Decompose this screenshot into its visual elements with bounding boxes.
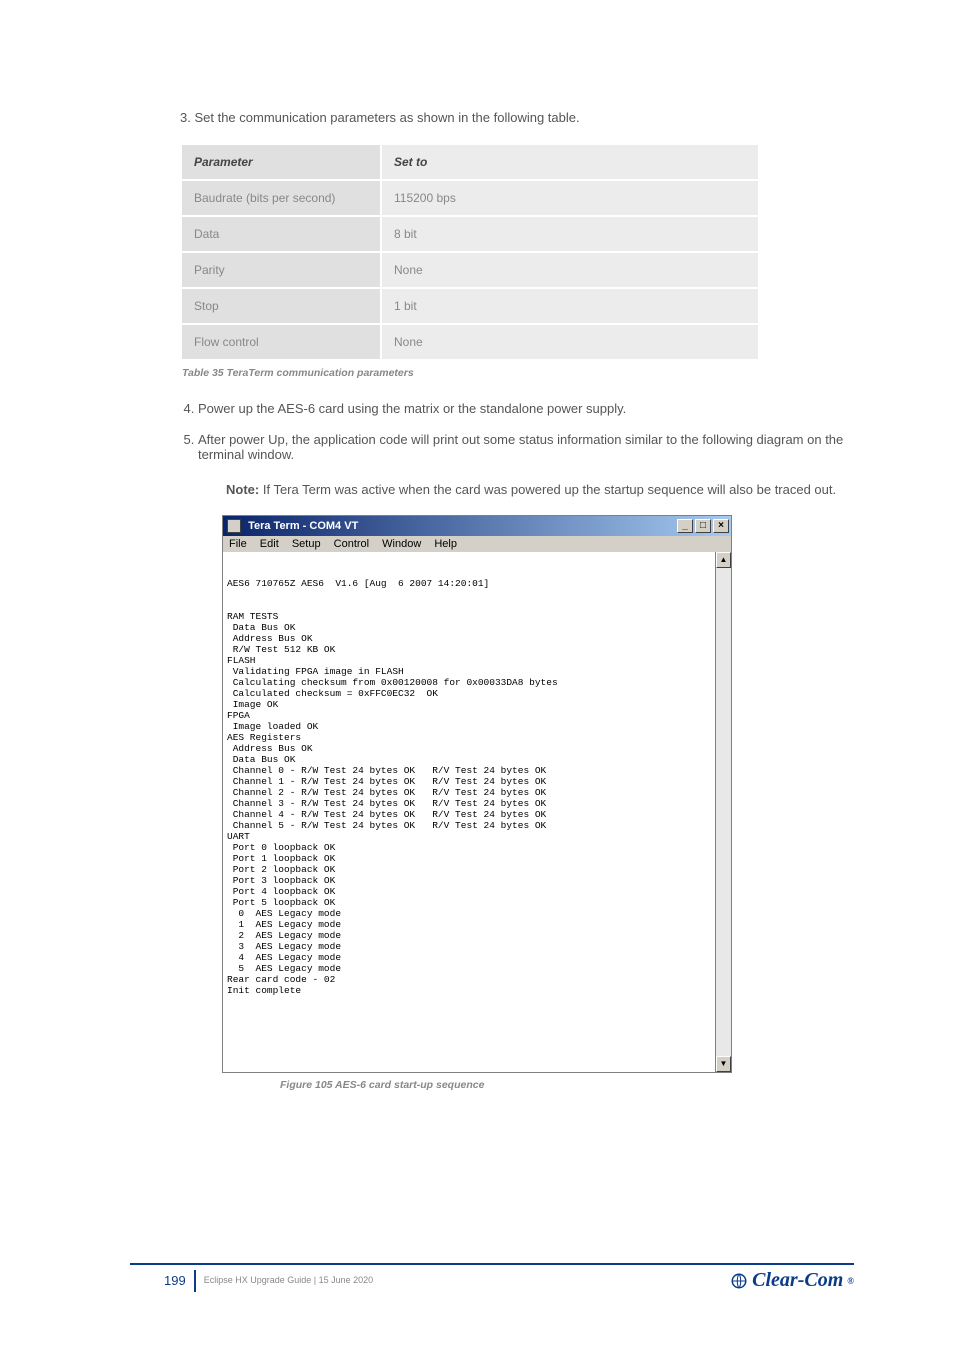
menu-edit[interactable]: Edit — [260, 538, 279, 550]
table-row: Stop1 bit — [181, 288, 759, 324]
th-param: Parameter — [181, 144, 381, 180]
menubar: File Edit Setup Control Window Help — [223, 536, 731, 552]
step-5: After power Up, the application code wil… — [198, 432, 854, 462]
window-title: Tera Term - COM4 VT — [248, 520, 358, 532]
th-setto: Set to — [381, 144, 759, 180]
menu-setup[interactable]: Setup — [292, 538, 321, 550]
maximize-button[interactable]: □ — [695, 519, 711, 533]
params-table: Parameter Set to Baudrate (bits per seco… — [180, 143, 760, 361]
footer-doc-info: Eclipse HX Upgrade Guide | 15 June 2020 — [204, 1275, 373, 1286]
table-caption: Table 35 TeraTerm communication paramete… — [182, 367, 854, 379]
app-icon — [227, 519, 241, 533]
footer-divider — [194, 1270, 196, 1292]
menu-control[interactable]: Control — [334, 538, 369, 550]
menu-window[interactable]: Window — [382, 538, 421, 550]
footer: 199 Eclipse HX Upgrade Guide | 15 June 2… — [130, 1263, 854, 1292]
table-row: Data8 bit — [181, 216, 759, 252]
scrollbar[interactable]: ▲ ▼ — [715, 552, 731, 1072]
menu-help[interactable]: Help — [434, 538, 457, 550]
titlebar[interactable]: Tera Term - COM4 VT _ □ × — [223, 516, 731, 536]
scroll-down-icon[interactable]: ▼ — [716, 1056, 731, 1072]
figure-caption: Figure 105 AES-6 card start-up sequence — [280, 1079, 854, 1091]
intro-text: 3. Set the communication parameters as s… — [180, 110, 854, 125]
terminal-window: Tera Term - COM4 VT _ □ × File Edit Setu… — [222, 515, 732, 1073]
table-row: ParityNone — [181, 252, 759, 288]
note: Note: If Tera Term was active when the c… — [226, 482, 844, 497]
scroll-track[interactable] — [716, 568, 731, 1056]
table-row: Baudrate (bits per second)115200 bps — [181, 180, 759, 216]
page-number: 199 — [164, 1273, 186, 1288]
menu-file[interactable]: File — [229, 538, 247, 550]
step-4: Power up the AES-6 card using the matrix… — [198, 401, 854, 416]
close-button[interactable]: × — [713, 519, 729, 533]
table-row: Flow controlNone — [181, 324, 759, 360]
brand-logo: Clear-Com® — [730, 1269, 854, 1292]
scroll-up-icon[interactable]: ▲ — [716, 552, 731, 568]
terminal-output: AES6 710765Z AES6 V1.6 [Aug 6 2007 14:20… — [223, 552, 715, 1072]
globe-icon — [730, 1272, 748, 1290]
minimize-button[interactable]: _ — [677, 519, 693, 533]
